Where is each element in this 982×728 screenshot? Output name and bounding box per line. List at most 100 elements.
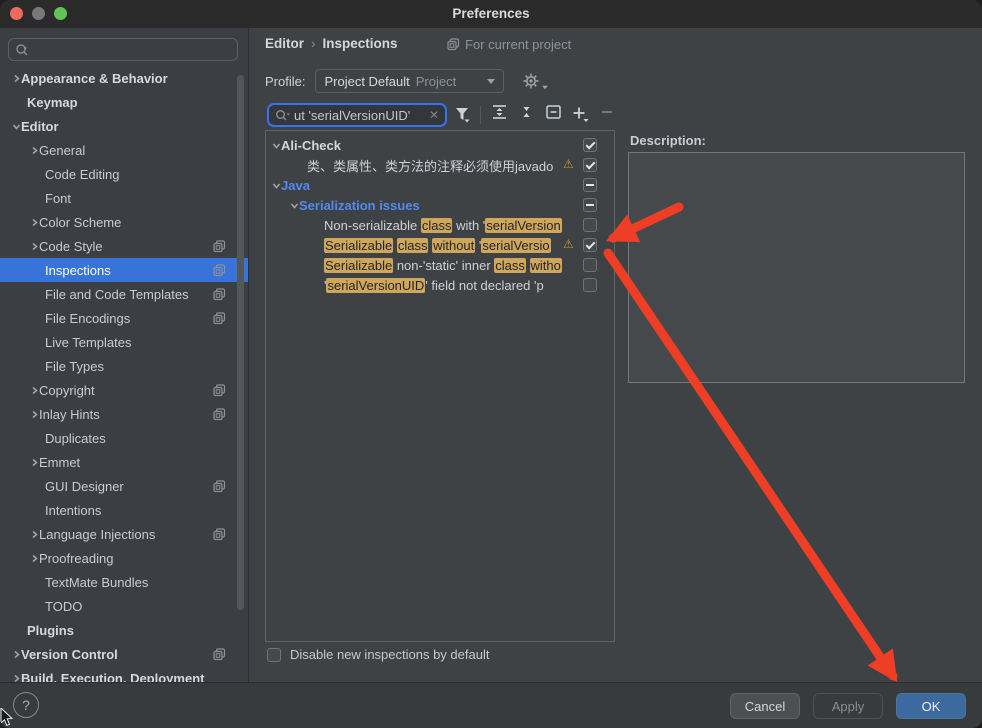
breadcrumb: Editor›Inspections — [265, 36, 398, 51]
ok-button[interactable]: OK — [896, 693, 966, 719]
tree-row-non-serializable-class-with[interactable]: Non-serializable class with 'serialVersi… — [266, 215, 672, 235]
copy-icon-wrap — [213, 240, 226, 256]
inspection-checkbox[interactable] — [583, 138, 597, 152]
footer-buttons: Cancel Apply OK — [730, 693, 966, 719]
sidebar-item-language-injections[interactable]: Language Injections — [0, 522, 248, 546]
sidebar-item-keymap[interactable]: Keymap — [0, 90, 248, 114]
sidebar-item-label: TODO — [45, 599, 82, 614]
sidebar-item-gui-designer[interactable]: GUI Designer — [0, 474, 248, 498]
chevron-right-icon — [12, 674, 21, 683]
sidebar-item-live-templates[interactable]: Live Templates — [0, 330, 248, 354]
profile-settings-button[interactable] — [522, 72, 549, 90]
inspection-checkbox[interactable] — [583, 218, 597, 232]
copy-icon — [213, 288, 226, 301]
sidebar-item-duplicates[interactable]: Duplicates — [0, 426, 248, 450]
sidebar-item-editor[interactable]: Editor — [0, 114, 248, 138]
sidebar-item-label: GUI Designer — [45, 479, 124, 494]
match-highlight: witho — [530, 258, 562, 273]
sidebar-item-proofreading[interactable]: Proofreading — [0, 546, 248, 570]
copy-icon-wrap — [213, 384, 226, 400]
sidebar-item-code-editing[interactable]: Code Editing — [0, 162, 248, 186]
sidebar-item-intentions[interactable]: Intentions — [0, 498, 248, 522]
copy-icon-wrap — [213, 408, 226, 424]
chevron-spacer — [12, 626, 21, 635]
sidebar-item-inspections[interactable]: Inspections — [0, 258, 248, 282]
expand-all-button[interactable] — [491, 104, 508, 125]
filter-button[interactable] — [455, 107, 470, 123]
search-icon — [15, 43, 31, 56]
sidebar-item-label: File and Code Templates — [45, 287, 189, 302]
inspection-search-input[interactable]: ut 'serialVersionUID' ✕ — [267, 103, 447, 127]
plus-icon — [572, 106, 590, 123]
tree-item-label: Serializable class without 'serialVersio — [324, 238, 551, 253]
plain-text: Non-serializable — [324, 218, 421, 233]
cancel-button[interactable]: Cancel — [730, 693, 800, 719]
reset-filter-button[interactable] — [545, 104, 562, 125]
profile-label: Profile: — [265, 74, 305, 89]
match-highlight: serialVersio — [481, 238, 550, 253]
sidebar-item-emmet[interactable]: Emmet — [0, 450, 248, 474]
sidebar-item-code-style[interactable]: Code Style — [0, 234, 248, 258]
sidebar-item-file-encodings[interactable]: File Encodings — [0, 306, 248, 330]
inspection-checkbox[interactable] — [583, 198, 597, 212]
minus-icon — [600, 105, 614, 119]
sidebar-item-inlay-hints[interactable]: Inlay Hints — [0, 402, 248, 426]
gear-icon — [522, 72, 540, 90]
sidebar-item-color-scheme[interactable]: Color Scheme — [0, 210, 248, 234]
disable-new-inspections-checkbox[interactable] — [267, 648, 281, 662]
chevron-spacer — [30, 314, 39, 323]
copy-icon — [213, 408, 226, 421]
chevron-spacer — [30, 290, 39, 299]
disable-new-inspections-label: Disable new inspections by default — [290, 647, 489, 662]
match-highlight: class — [397, 238, 429, 253]
chevron-down-icon — [290, 201, 299, 210]
inspection-checkbox[interactable] — [583, 158, 597, 172]
inspection-checkbox[interactable] — [583, 278, 597, 292]
collapse-all-button[interactable] — [518, 104, 535, 125]
sidebar-item-file-and-code-templates[interactable]: File and Code Templates — [0, 282, 248, 306]
sidebar-item-appearance-behavior[interactable]: Appearance & Behavior — [0, 66, 248, 90]
sidebar-item-textmate-bundles[interactable]: TextMate Bundles — [0, 570, 248, 594]
inspection-checkbox[interactable] — [583, 258, 597, 272]
sidebar-item-label: Copyright — [39, 383, 95, 398]
tree-row-java[interactable]: Java — [266, 175, 620, 195]
clear-search-icon[interactable]: ✕ — [429, 108, 439, 122]
warning-icon: ⚠ — [563, 237, 574, 251]
inspection-checkbox[interactable] — [583, 178, 597, 192]
tree-item-label: Non-serializable class with 'serialVersi… — [324, 218, 562, 233]
sidebar-item-plugins[interactable]: Plugins — [0, 618, 248, 642]
sidebar-item-file-types[interactable]: File Types — [0, 354, 248, 378]
sidebar-item-todo[interactable]: TODO — [0, 594, 248, 618]
apply-button: Apply — [813, 693, 883, 719]
tree-row-serialversionuid-field-not[interactable]: 'serialVersionUID' field not declared 'p — [266, 275, 672, 295]
tree-row-ali-check[interactable]: Ali-Check — [266, 135, 620, 155]
sidebar-item-label: Plugins — [27, 623, 74, 638]
profile-select[interactable]: Project Default Project — [315, 69, 504, 93]
inspection-checkbox[interactable] — [583, 238, 597, 252]
tree-row-javado[interactable]: 类、类属性、类方法的注释必须使用javado⚠ — [266, 155, 655, 175]
sidebar-item-general[interactable]: General — [0, 138, 248, 162]
sidebar-item-build-execution-deployment[interactable]: Build, Execution, Deployment — [0, 666, 248, 682]
tree-row-serializable-class-without[interactable]: Serializable class without 'serialVersio… — [266, 235, 672, 255]
sidebar-item-copyright[interactable]: Copyright — [0, 378, 248, 402]
sidebar-item-label: Code Editing — [45, 167, 119, 182]
chevron-down-icon — [543, 86, 549, 90]
tree-group-label: Serialization issues — [299, 198, 420, 213]
tree-row-serializable-non-static-inn[interactable]: Serializable non-'static' inner class wi… — [266, 255, 672, 275]
chevron-down-icon — [272, 181, 281, 190]
description-label: Description: — [630, 133, 706, 148]
plain-text: non-'static' inner — [393, 258, 494, 273]
chevron-right-icon — [30, 458, 39, 467]
breadcrumb-editor[interactable]: Editor — [265, 36, 304, 51]
tree-item-label: 'serialVersionUID' field not declared 'p — [324, 278, 544, 293]
sidebar-item-label: Build, Execution, Deployment — [21, 671, 204, 683]
sidebar-scrollbar[interactable] — [237, 75, 244, 610]
match-highlight: Serializable — [324, 258, 393, 273]
help-button[interactable]: ? — [13, 692, 39, 718]
sidebar-item-version-control[interactable]: Version Control — [0, 642, 248, 666]
sidebar-item-label: Editor — [21, 119, 59, 134]
sidebar-search-input[interactable] — [8, 38, 238, 61]
sidebar-item-font[interactable]: Font — [0, 186, 248, 210]
add-inspection-button[interactable] — [572, 106, 590, 123]
tree-row-serialization-issues[interactable]: Serialization issues — [266, 195, 638, 215]
